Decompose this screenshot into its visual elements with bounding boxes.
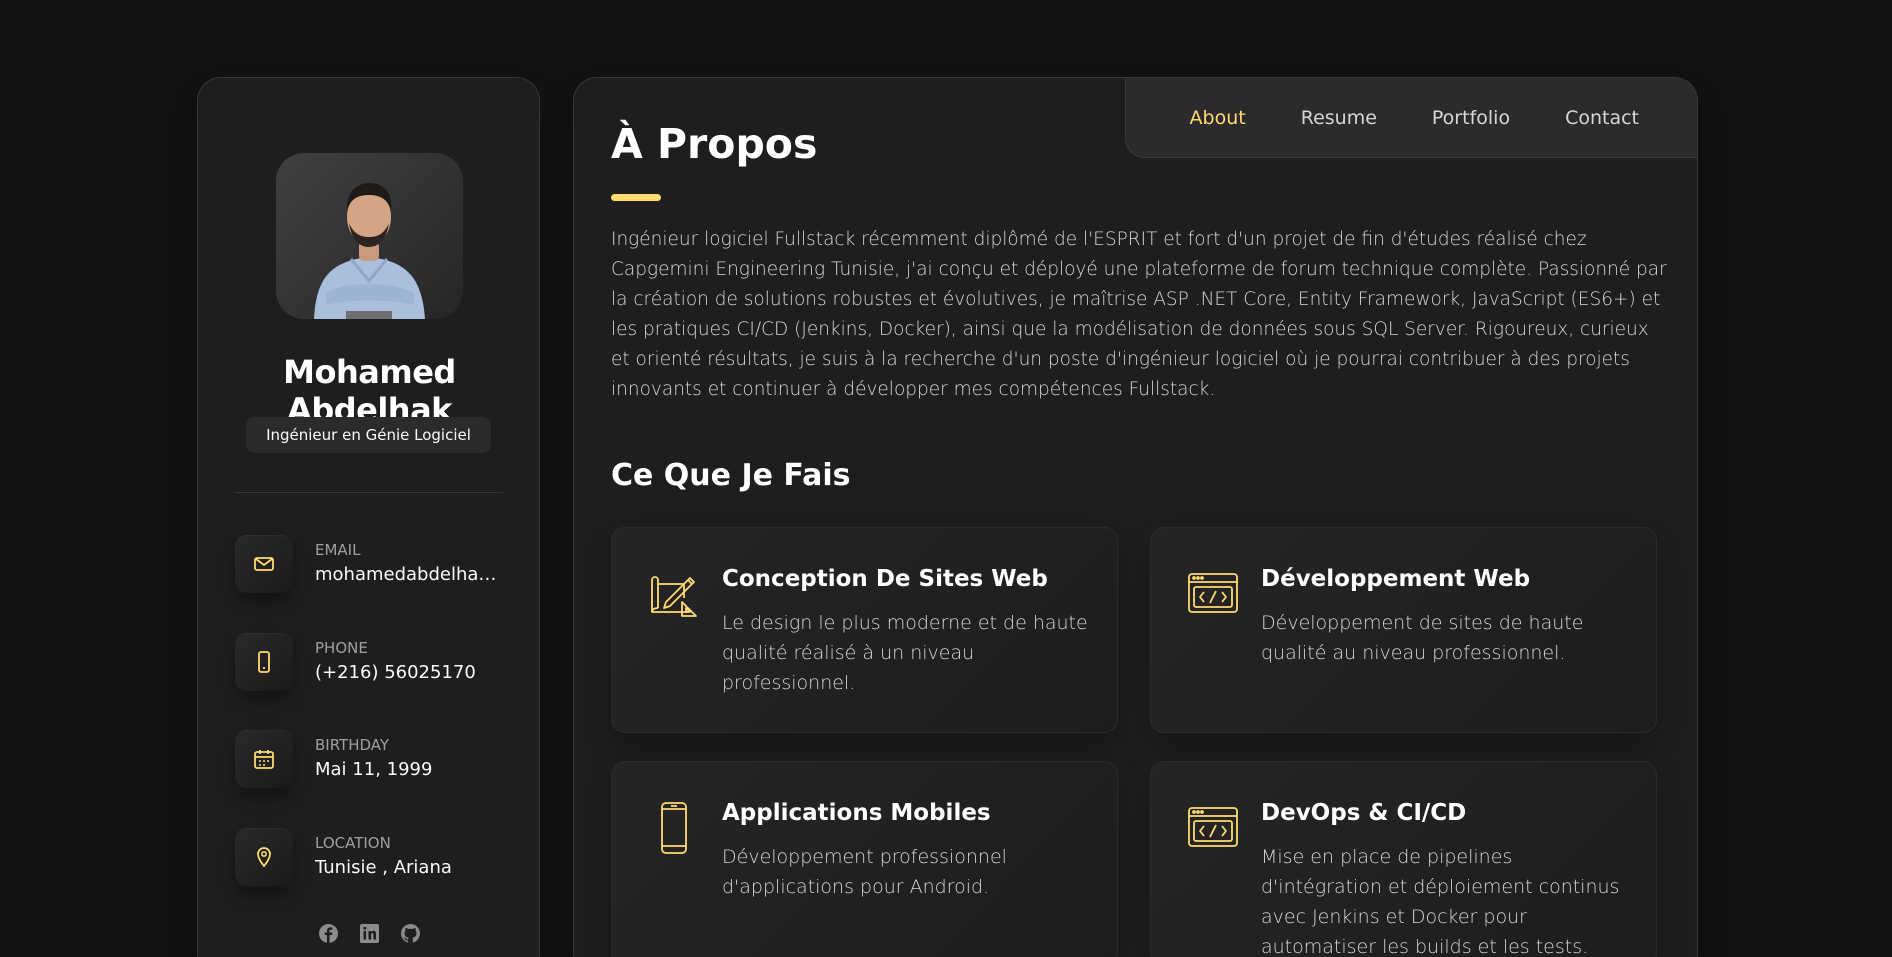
github-icon[interactable] [400, 923, 421, 944]
nav-portfolio[interactable]: Portfolio [1432, 107, 1510, 129]
location-icon [235, 828, 293, 886]
mobile-icon [648, 802, 700, 854]
service-description: Développement professionnel d'applicatio… [722, 846, 1007, 898]
service-card-web-dev: Développement Web Développement de sites… [1150, 527, 1657, 733]
main-article: About Resume Portfolio Contact À Propos … [573, 77, 1698, 957]
contact-email-link[interactable]: mohamedabdelhak... [315, 564, 505, 585]
service-title: Applications Mobiles [722, 800, 991, 826]
code-window-icon [1187, 802, 1239, 854]
service-title: DevOps & CI/CD [1261, 800, 1467, 826]
service-description: Le design le plus moderne et de haute qu… [722, 612, 1088, 694]
contact-email-label: EMAIL [315, 541, 361, 559]
contact-birthday-value: Mai 11, 1999 [315, 759, 433, 780]
facebook-icon[interactable] [318, 923, 339, 944]
code-window-icon [1187, 568, 1239, 620]
service-card-web-design: Conception De Sites Web Le design le plu… [611, 527, 1118, 733]
contact-location: LOCATION Tunisie , Ariana [235, 828, 505, 888]
profile-title-badge: Ingénieur en Génie Logiciel [246, 417, 491, 453]
contact-phone-label: PHONE [315, 639, 368, 657]
profile-sidebar: Mohamed Abdelhak Ingénieur en Génie Logi… [197, 77, 540, 957]
contact-location-value: Tunisie , Ariana [315, 857, 452, 878]
service-card-devops: DevOps & CI/CD Mise en place de pipeline… [1150, 761, 1657, 957]
services-heading: Ce Que Je Fais [611, 458, 851, 493]
nav-resume[interactable]: Resume [1301, 107, 1377, 129]
contact-location-label: LOCATION [315, 834, 391, 852]
mail-icon [235, 535, 293, 593]
linkedin-icon[interactable] [359, 923, 380, 944]
service-card-mobile-apps: Applications Mobiles Développement profe… [611, 761, 1118, 957]
about-heading: À Propos [611, 120, 818, 168]
calendar-icon [235, 730, 293, 788]
contact-birthday-label: BIRTHDAY [315, 736, 390, 754]
about-text: Ingénieur logiciel Fullstack récemment d… [611, 229, 1667, 400]
phone-icon [235, 633, 293, 691]
nav-contact[interactable]: Contact [1565, 107, 1639, 129]
sidebar-separator [235, 492, 503, 493]
nav-about[interactable]: About [1190, 107, 1246, 129]
social-links [198, 923, 541, 944]
contact-phone-link[interactable]: (+216) 56025170 [315, 662, 505, 683]
design-icon [648, 568, 700, 620]
top-navbar: About Resume Portfolio Contact [1125, 78, 1697, 158]
contact-phone: PHONE (+216) 56025170 [235, 633, 505, 693]
service-description: Développement de sites de haute qualité … [1261, 612, 1584, 664]
avatar [276, 153, 463, 319]
heading-underline [611, 194, 661, 201]
contact-birthday: BIRTHDAY Mai 11, 1999 [235, 730, 505, 790]
service-title: Développement Web [1261, 566, 1531, 592]
service-description: Mise en place de pipelines d'intégration… [1261, 846, 1620, 957]
avatar-photo [314, 183, 425, 319]
contact-email: EMAIL mohamedabdelhak... [235, 535, 505, 595]
service-title: Conception De Sites Web [722, 566, 1048, 592]
